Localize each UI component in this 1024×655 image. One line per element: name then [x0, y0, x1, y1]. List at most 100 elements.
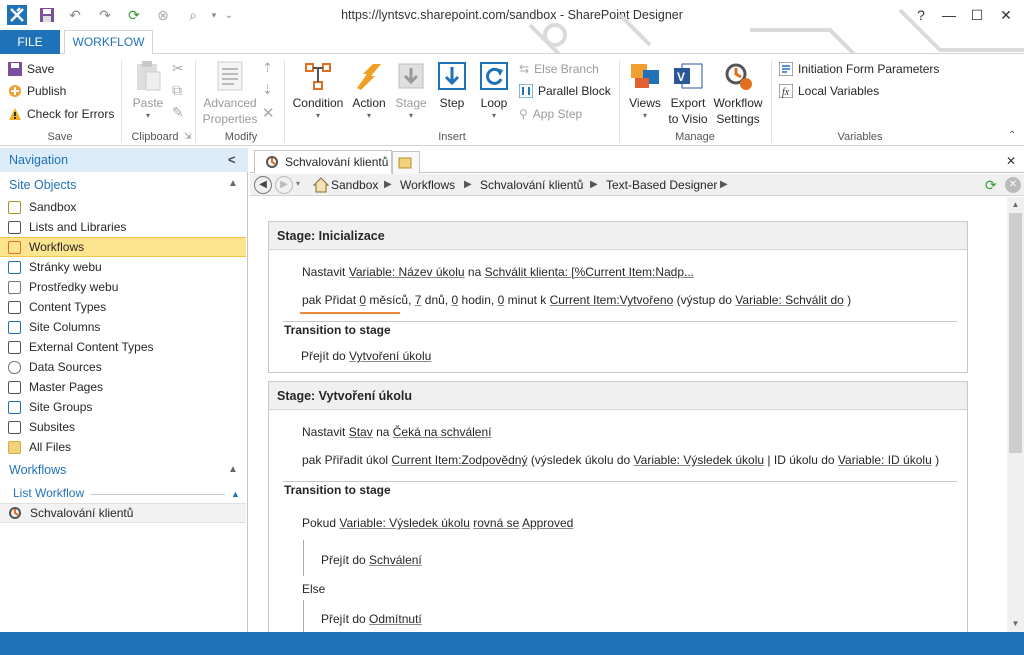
sidebar-item-sandbox[interactable]: Sandbox	[0, 197, 246, 217]
variable-link[interactable]: Variable: Název úkolu	[349, 265, 465, 279]
local-variables-button[interactable]: fx Local Variables	[779, 81, 879, 101]
collapse-nav-icon[interactable]: <	[228, 152, 236, 167]
history-dropdown-icon[interactable]: ▾	[296, 179, 300, 188]
workflow-item[interactable]: Schvalování klientů	[0, 503, 246, 523]
operator-link[interactable]: rovná se	[473, 516, 519, 530]
breadcrumb-arrow-icon[interactable]: ▶	[464, 179, 472, 190]
chevron-up-icon[interactable]: ▲	[231, 489, 240, 499]
stage-link[interactable]: Odmítnutí	[369, 612, 422, 626]
format-painter-icon[interactable]: ✎	[172, 104, 184, 121]
site-objects-section[interactable]: Site Objects	[0, 175, 76, 195]
list-workflow-divider	[90, 494, 225, 495]
sidebar-item-str-nky-webu[interactable]: Stránky webu	[0, 257, 246, 277]
delete-icon[interactable]: ✕	[262, 104, 275, 122]
condition-line[interactable]: Pokud Variable: Výsledek úkolu rovná se …	[302, 516, 573, 530]
value-link[interactable]: Čeká na schválení	[393, 425, 492, 439]
scrollbar-thumb[interactable]	[1009, 213, 1022, 453]
variable-link[interactable]: Variable: ID úkolu	[838, 453, 932, 467]
value-link[interactable]: 0	[359, 293, 366, 307]
stage-link[interactable]: Vytvoření úkolu	[349, 349, 431, 363]
initiation-form-parameters-button[interactable]: Initiation Form Parameters	[779, 59, 939, 79]
refresh-icon[interactable]: ⟳	[985, 177, 997, 193]
views-button[interactable]: Views ▾	[626, 60, 664, 121]
tab-workflow[interactable]: WORKFLOW	[64, 30, 153, 55]
move-down-icon[interactable]: ⇣	[262, 82, 273, 98]
app-step-button[interactable]: ⚲ App Step	[519, 104, 582, 124]
goto-line[interactable]: Přejít do Vytvoření úkolu	[301, 349, 431, 363]
value-link[interactable]: Current Item:Vytvořeno	[550, 293, 674, 307]
dialog-launcher-icon[interactable]: ⇲	[184, 131, 192, 142]
value-link[interactable]: Current Item:Zodpovědný	[391, 453, 527, 467]
paste-button[interactable]: Paste ▾	[128, 60, 168, 121]
stage-button[interactable]: Stage ▾	[392, 60, 430, 121]
action-line[interactable]: Nastavit Variable: Název úkolu na Schvál…	[302, 265, 694, 279]
breadcrumb-arrow-icon[interactable]: ▶	[384, 179, 392, 190]
action-line[interactable]: pak Přiřadit úkol Current Item:Zodpovědn…	[302, 453, 939, 467]
cut-icon[interactable]: ✂	[172, 60, 184, 77]
workflow-settings-button[interactable]: Workflow Settings	[710, 60, 766, 127]
sidebar-item-site-groups[interactable]: Site Groups	[0, 397, 246, 417]
stage-block[interactable]: Stage: Vytvoření úkolu	[268, 381, 968, 641]
step-button[interactable]: Step	[434, 60, 470, 111]
collapse-ribbon-icon[interactable]: ⌃	[1008, 130, 1016, 141]
sidebar-item-prost-edky-webu[interactable]: Prostředky webu	[0, 277, 246, 297]
breadcrumb-arrow-icon[interactable]: ▶	[720, 179, 728, 190]
scroll-down-icon[interactable]: ▼	[1007, 616, 1024, 632]
condition-button[interactable]: Condition ▾	[290, 60, 346, 121]
sidebar-item-all-files[interactable]: All Files	[0, 437, 246, 457]
breadcrumb-workflows[interactable]: Workflows	[400, 178, 455, 192]
stage-link[interactable]: Schválení	[369, 553, 422, 567]
variable-link[interactable]: Variable: Výsledek úkolu	[634, 453, 765, 467]
sidebar-item-master-pages[interactable]: Master Pages	[0, 377, 246, 397]
vertical-scrollbar[interactable]: ▲ ▼	[1007, 197, 1024, 632]
check-errors-button[interactable]: Check for Errors	[8, 104, 114, 124]
sidebar-item-lists-and-libraries[interactable]: Lists and Libraries	[0, 217, 246, 237]
chevron-up-icon[interactable]: ▲	[228, 464, 238, 475]
sidebar-item-workflows[interactable]: Workflows	[0, 237, 246, 257]
save-button[interactable]: Save	[8, 59, 54, 79]
sidebar-item-data-sources[interactable]: Data Sources	[0, 357, 246, 377]
value-link[interactable]: 7	[415, 293, 422, 307]
scroll-up-icon[interactable]: ▲	[1007, 197, 1024, 213]
copy-icon[interactable]: ⧉	[172, 82, 182, 99]
sidebar-item-subsites[interactable]: Subsites	[0, 417, 246, 437]
loop-button[interactable]: Loop ▾	[476, 60, 512, 121]
breadcrumb-workflow-name[interactable]: Schvalování klientů	[480, 178, 583, 192]
workflows-section[interactable]: Workflows	[0, 460, 66, 480]
forward-icon[interactable]: ▶	[275, 176, 293, 194]
variable-link[interactable]: Variable: Schválit do	[735, 293, 844, 307]
breadcrumb-sandbox[interactable]: Sandbox	[331, 178, 378, 192]
goto-line[interactable]: Přejít do Odmítnutí	[321, 612, 422, 626]
action-line[interactable]: pak Přidat 0 měsíců, 7 dnů, 0 hodin, 0 m…	[302, 293, 851, 307]
publish-button[interactable]: Publish	[8, 81, 66, 101]
sidebar-item-site-columns[interactable]: Site Columns	[0, 317, 246, 337]
advanced-properties-button[interactable]: Advanced Properties	[200, 60, 260, 127]
sidebar-item-content-types[interactable]: Content Types	[0, 297, 246, 317]
stop-icon[interactable]: ✕	[1005, 177, 1021, 193]
action-line[interactable]: Nastavit Stav na Čeká na schválení	[302, 425, 492, 439]
else-branch-button[interactable]: ⇆ Else Branch	[519, 59, 599, 79]
breadcrumb-arrow-icon[interactable]: ▶	[590, 179, 598, 190]
value-link[interactable]: Approved	[522, 516, 573, 530]
close-document-icon[interactable]: ✕	[1006, 154, 1016, 168]
goto-line[interactable]: Přejít do Schválení	[321, 553, 422, 567]
value-link[interactable]: Stav	[349, 425, 373, 439]
back-icon[interactable]: ◀	[254, 176, 272, 194]
chevron-down-icon: ▾	[145, 111, 150, 120]
tab-file[interactable]: FILE	[0, 30, 60, 54]
variable-link[interactable]: Variable: Výsledek úkolu	[339, 516, 470, 530]
chevron-up-icon[interactable]: ▲	[228, 178, 238, 189]
new-tab-icon[interactable]	[392, 151, 420, 174]
value-link[interactable]: Schválit klienta: [%Current Item:Nadp...	[485, 265, 694, 279]
value-link[interactable]: 0	[452, 293, 459, 307]
action-button[interactable]: Action ▾	[348, 60, 390, 121]
breadcrumb-designer[interactable]: Text-Based Designer	[606, 178, 717, 192]
value-link[interactable]: 0	[498, 293, 505, 307]
document-tab[interactable]: Schvalování klientů	[254, 150, 392, 174]
parallel-block-button[interactable]: Parallel Block	[519, 81, 611, 101]
move-up-icon[interactable]: ⇡	[262, 60, 273, 76]
home-icon	[312, 177, 330, 196]
keyword: měsíců,	[369, 293, 412, 307]
sidebar-item-external-content-types[interactable]: External Content Types	[0, 337, 246, 357]
export-visio-button[interactable]: V Export to Visio	[668, 60, 708, 127]
